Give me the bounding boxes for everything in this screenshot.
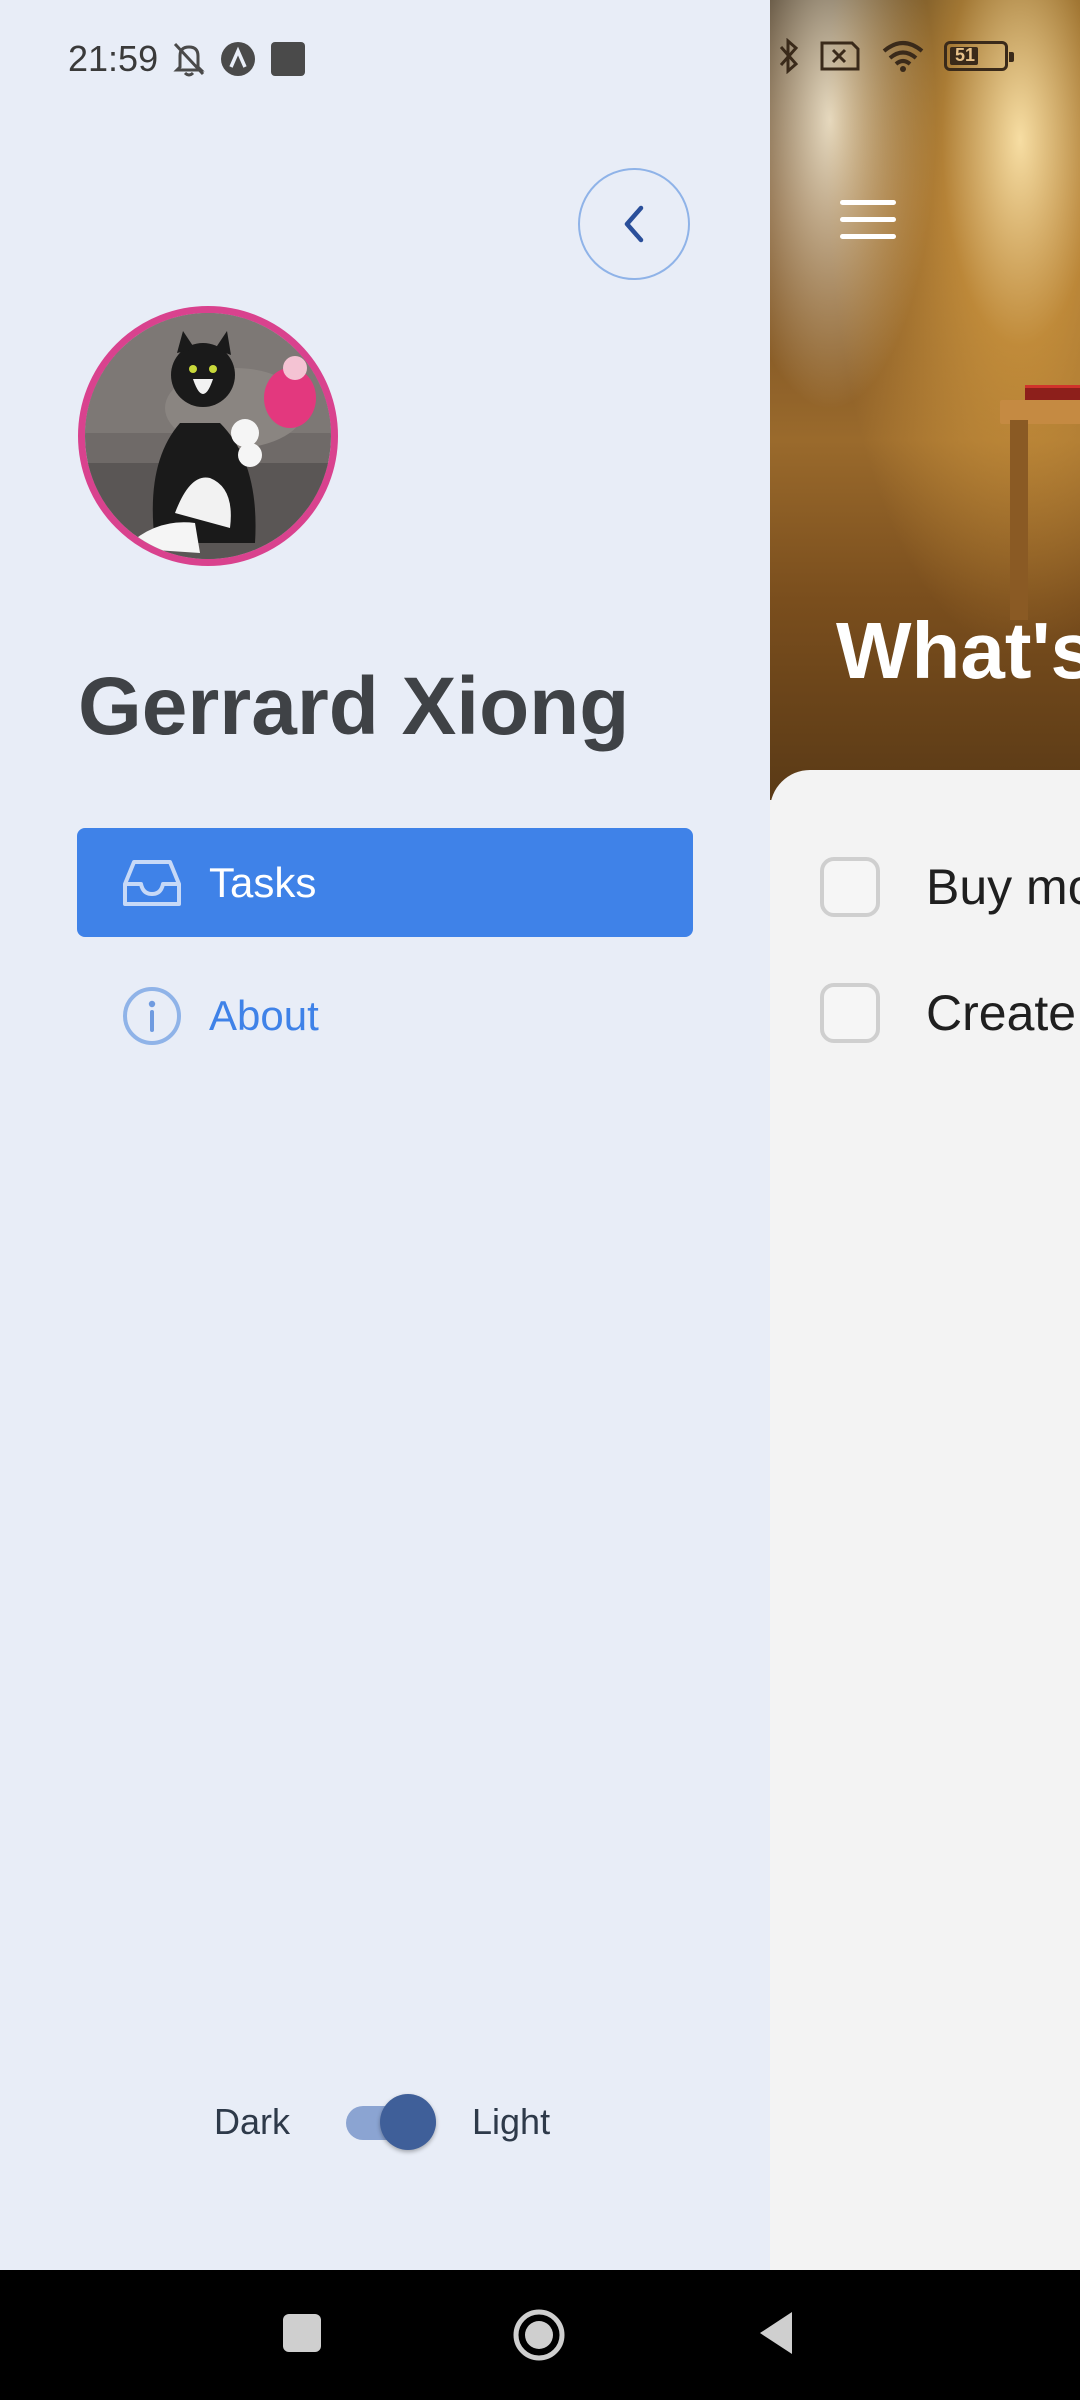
task-label: Buy mo — [926, 859, 1080, 915]
hamburger-menu-icon[interactable] — [840, 200, 896, 240]
home-button[interactable] — [512, 2308, 566, 2362]
status-bar-left: 21:59 — [68, 38, 306, 80]
wifi-icon — [882, 41, 924, 72]
profile-name: Gerrard Xiong — [78, 661, 630, 752]
app-a-icon — [221, 42, 256, 76]
back-button[interactable] — [756, 2310, 796, 2356]
drawer-item-label: About — [209, 991, 319, 1039]
task-label: Create — [926, 985, 1077, 1041]
cat-photo — [85, 313, 331, 559]
close-drawer-button[interactable] — [578, 168, 690, 280]
hero-table-leg — [1010, 420, 1028, 620]
square-app-icon — [271, 42, 306, 76]
drawer-item-tasks[interactable]: Tasks — [77, 828, 693, 937]
status-icons-right: 51 — [778, 38, 1014, 74]
task-list-sheet: Buy mo Create — [770, 770, 1080, 2270]
sim-x-icon — [820, 41, 860, 71]
chevron-left-icon — [624, 205, 644, 243]
task-item[interactable]: Buy mo — [820, 852, 1080, 922]
page-title: What's — [836, 606, 1080, 695]
battery-icon: 51 — [944, 41, 1014, 71]
inbox-icon — [123, 859, 181, 906]
drawer-item-about[interactable]: About — [77, 961, 693, 1070]
theme-dark-label: Dark — [214, 2101, 291, 2142]
info-icon — [123, 986, 181, 1045]
navigation-drawer: 21:59 Gerrard Xiong Tasks About Dark Lig… — [0, 0, 770, 2270]
task-checkbox[interactable] — [820, 857, 880, 917]
recents-button[interactable] — [283, 2314, 321, 2352]
bluetooth-icon — [779, 38, 799, 74]
status-time: 21:59 — [68, 38, 159, 79]
task-item[interactable]: Create — [820, 978, 1076, 1048]
drawer-item-label: Tasks — [209, 858, 317, 906]
task-checkbox[interactable] — [820, 983, 880, 1043]
battery-level: 51 — [955, 45, 976, 65]
avatar[interactable] — [78, 306, 338, 566]
main-content: What's Buy mo Create — [770, 0, 1080, 2270]
theme-switch[interactable] — [346, 2094, 442, 2150]
bell-off-icon — [173, 42, 205, 77]
theme-light-label: Light — [472, 2101, 551, 2142]
theme-toggle-row: Dark Light — [214, 2094, 551, 2150]
